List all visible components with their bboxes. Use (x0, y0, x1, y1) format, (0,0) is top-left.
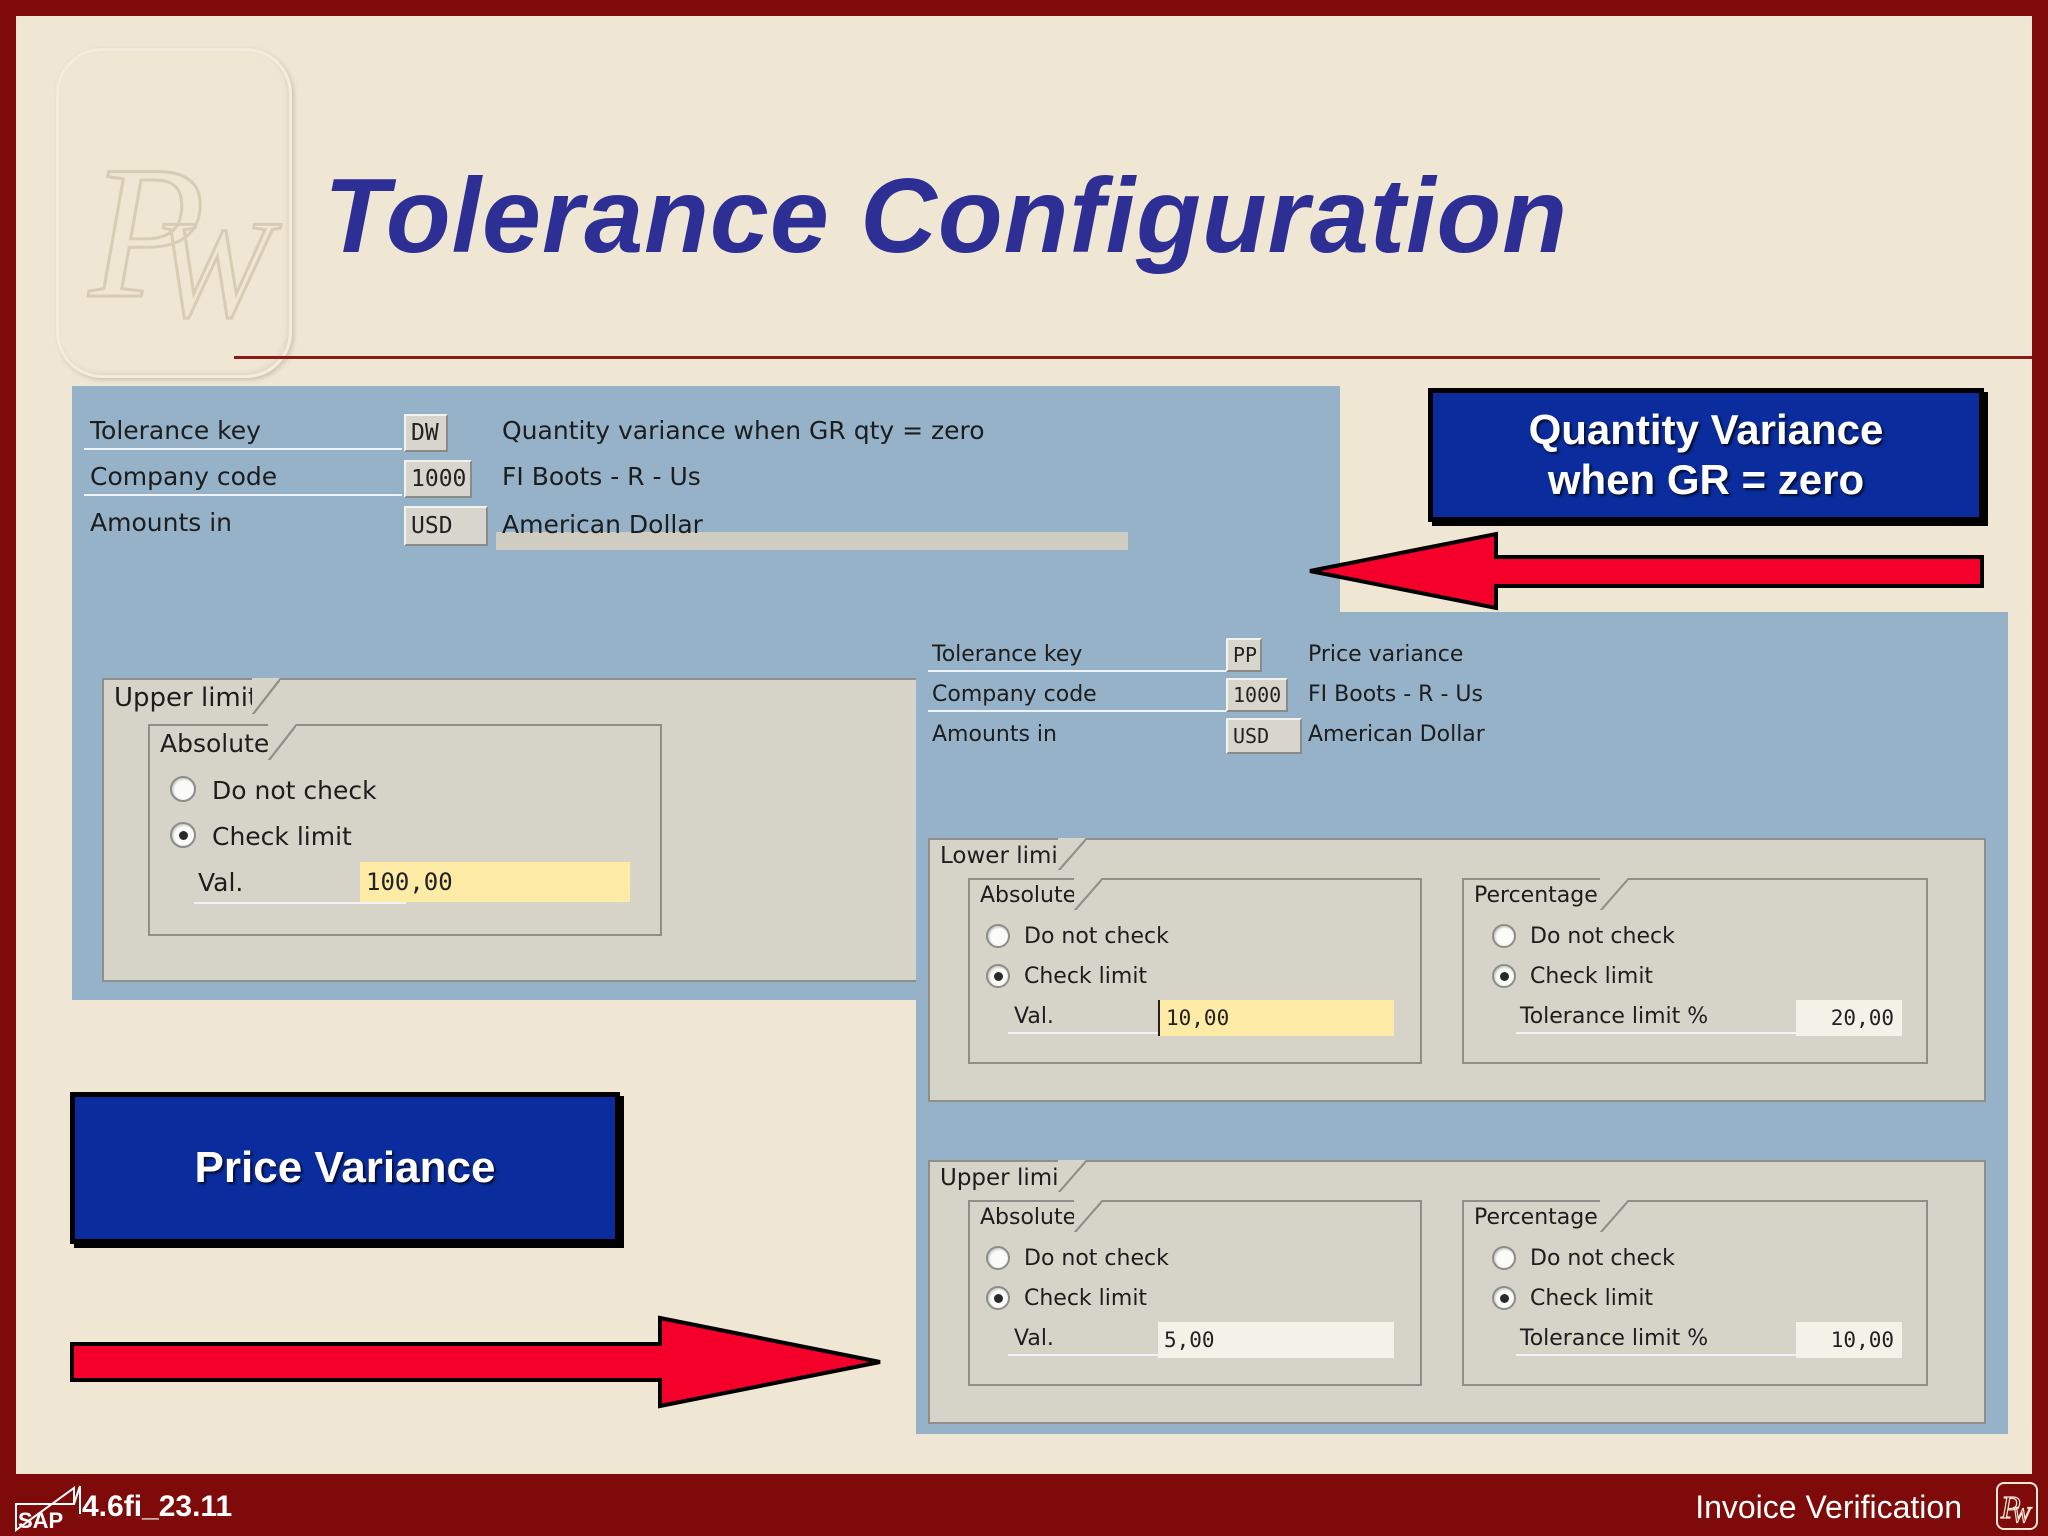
percentage-title: Percentage (1464, 1200, 1628, 1234)
tolerance-key-field[interactable]: DW (404, 414, 448, 452)
check-limit-label: Check limit (1024, 1286, 1148, 1311)
val-label: Val. (198, 868, 244, 897)
do-not-check-radio[interactable] (1492, 1246, 1516, 1270)
do-not-check-radio[interactable] (170, 776, 196, 802)
row-underline (1008, 1032, 1168, 1034)
absolute-group: Absolute Do not check Check limit Val. 1… (148, 724, 662, 936)
val-input[interactable]: 10,00 (1158, 1000, 1394, 1036)
row-underline (84, 494, 402, 496)
absolute-group: Absolute Do not check Check limit Val. 1… (968, 878, 1422, 1064)
row-underline (1516, 1032, 1796, 1034)
check-limit-radio[interactable] (170, 822, 196, 848)
tolerance-limit-input[interactable]: 20,00 (1796, 1000, 1902, 1036)
absolute-title: Absolute (970, 1200, 1102, 1234)
row-underline (1008, 1354, 1168, 1356)
absolute-title: Absolute (970, 878, 1102, 912)
row-underline (84, 448, 402, 450)
slide: P W Tolerance Configuration Tolerance ke… (16, 16, 2032, 1474)
quantity-variance-callout: Quantity Variance when GR = zero (1428, 388, 1984, 522)
price-variance-text: Price Variance (194, 1142, 496, 1192)
mini-pw-logo: P W (1996, 1482, 2038, 1530)
check-limit-radio[interactable] (986, 964, 1010, 988)
tolerance-limit-label: Tolerance limit % (1520, 1004, 1709, 1029)
do-not-check-label: Do not check (1024, 1246, 1169, 1271)
do-not-check-label: Do not check (1530, 1246, 1675, 1271)
company-code-label: Company code (932, 682, 1097, 707)
amounts-in-label: Amounts in (932, 722, 1057, 747)
currency-desc: American Dollar (1308, 722, 1485, 747)
val-label: Val. (1014, 1004, 1054, 1029)
left-arrow-icon (1309, 531, 1984, 611)
company-code-desc: FI Boots - R - Us (1308, 682, 1483, 707)
val-label: Val. (1014, 1326, 1054, 1351)
currency-field[interactable]: USD (404, 506, 488, 546)
pw-logo-mark: P W (86, 127, 284, 349)
currency-desc: American Dollar (502, 510, 703, 539)
do-not-check-label: Do not check (1024, 924, 1169, 949)
mini-pw-mark: P W (1999, 1488, 2032, 1527)
sap-logo-text: SAP (18, 1508, 63, 1532)
amounts-in-label: Amounts in (90, 508, 233, 537)
pp-screen: Tolerance key PP Price variance Company … (916, 612, 2008, 1434)
tolerance-limit-input[interactable]: 10,00 (1796, 1322, 1902, 1358)
upper-limit-frame: Upper limit Absolute Do not check Check … (928, 1160, 1986, 1424)
company-code-field[interactable]: 1000 (404, 460, 472, 498)
page-title: Tolerance Configuration (324, 157, 1569, 275)
tolerance-key-label: Tolerance key (90, 416, 261, 445)
check-limit-label: Check limit (1530, 1286, 1654, 1311)
val-input[interactable]: 100,00 (360, 862, 630, 902)
svg-text:W: W (154, 192, 282, 347)
company-code-field[interactable]: 1000 (1226, 678, 1288, 712)
do-not-check-radio[interactable] (986, 1246, 1010, 1270)
upper-limit-title: Upper limit (104, 678, 280, 716)
tolerance-key-desc: Quantity variance when GR qty = zero (502, 416, 985, 445)
lower-limit-title: Lower limit (930, 838, 1086, 872)
lower-limit-frame: Lower limit Absolute Do not check Check … (928, 838, 1986, 1102)
row-underline (928, 710, 1232, 712)
tolerance-key-desc: Price variance (1308, 642, 1464, 667)
company-code-desc: FI Boots - R - Us (502, 462, 701, 491)
company-code-label: Company code (90, 462, 278, 491)
do-not-check-label: Do not check (212, 776, 377, 805)
slide-code: 4.6fi_23.11 (82, 1490, 233, 1523)
absolute-title: Absolute (150, 724, 296, 762)
val-input[interactable]: 5,00 (1158, 1322, 1394, 1358)
footer-title: Invoice Verification (1695, 1489, 1962, 1525)
quantity-variance-text: Quantity Variance when GR = zero (1528, 405, 1884, 503)
title-divider (234, 356, 2032, 359)
tolerance-limit-label: Tolerance limit % (1520, 1326, 1709, 1351)
percentage-group: Percentage Do not check Check limit Tole… (1462, 1200, 1928, 1386)
row-underline (1516, 1354, 1796, 1356)
check-limit-label: Check limit (212, 822, 352, 851)
check-limit-label: Check limit (1024, 964, 1148, 989)
tolerance-key-label: Tolerance key (932, 642, 1083, 667)
absolute-group: Absolute Do not check Check limit Val. 5… (968, 1200, 1422, 1386)
do-not-check-label: Do not check (1530, 924, 1675, 949)
upper-limit-title: Upper limit (930, 1160, 1086, 1194)
right-arrow-icon (70, 1315, 881, 1409)
percentage-group: Percentage Do not check Check limit Tole… (1462, 878, 1928, 1064)
tolerance-key-field[interactable]: PP (1226, 638, 1262, 672)
svg-text:W: W (2012, 1502, 2032, 1527)
do-not-check-radio[interactable] (986, 924, 1010, 948)
do-not-check-radio[interactable] (1492, 924, 1516, 948)
check-limit-radio[interactable] (986, 1286, 1010, 1310)
pw-logo: P W (56, 48, 292, 378)
check-limit-radio[interactable] (1492, 964, 1516, 988)
price-variance-callout: Price Variance (70, 1092, 620, 1244)
check-limit-label: Check limit (1530, 964, 1654, 989)
currency-field[interactable]: USD (1226, 718, 1302, 754)
row-underline (194, 902, 406, 904)
row-underline (928, 670, 1232, 672)
check-limit-radio[interactable] (1492, 1286, 1516, 1310)
percentage-title: Percentage (1464, 878, 1628, 912)
